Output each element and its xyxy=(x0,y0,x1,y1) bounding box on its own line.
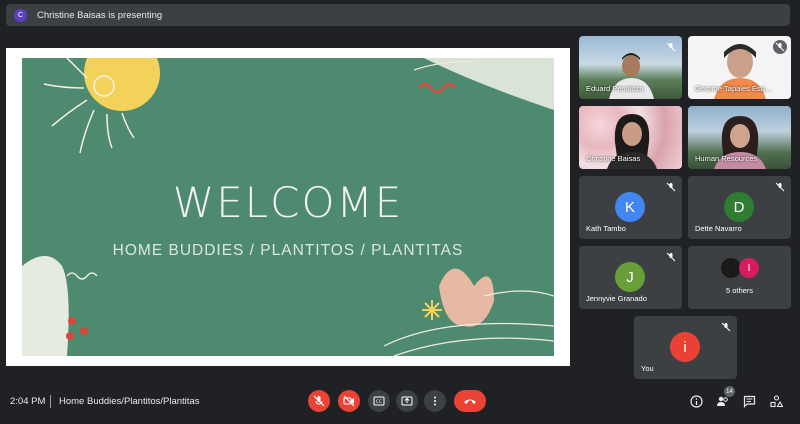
end-call-icon xyxy=(464,399,476,404)
presenting-text: Christine Baisas is presenting xyxy=(37,9,163,21)
presenting-banner: C Christine Baisas is presenting xyxy=(6,4,790,26)
participant-tile-jennyvie[interactable]: J Jennyvie Granado xyxy=(579,246,682,309)
participant-tile-human-resources[interactable]: Human Resources xyxy=(688,106,791,169)
captions-button[interactable]: CC xyxy=(368,390,390,412)
mic-off-icon xyxy=(313,395,325,407)
clock: 2:04 PM xyxy=(10,396,46,407)
participant-tile-christine[interactable]: Christine Baisas xyxy=(579,106,682,169)
activities-icon[interactable] xyxy=(770,395,783,408)
more-options-button[interactable] xyxy=(424,390,446,412)
mic-off-icon xyxy=(775,182,785,192)
participant-tile-gerome[interactable]: Gerome Tapales Esq... xyxy=(688,36,791,99)
slide-subtitle: HOME BUDDIES / PLANTITOS / PLANTITAS xyxy=(112,242,464,259)
shared-screen[interactable]: WELCOME HOME BUDDIES / PLANTITOS / PLANT… xyxy=(6,48,570,366)
participant-name: Human Resources xyxy=(695,154,758,163)
avatar: i xyxy=(670,332,700,362)
camera-toggle-button[interactable] xyxy=(338,390,360,412)
participant-tile-eduard[interactable]: Eduard Penaloza xyxy=(579,36,682,99)
participant-name: 5 others xyxy=(725,286,754,295)
participant-name: Kath Tambo xyxy=(586,224,626,233)
top-right-leaf-decoration xyxy=(414,58,554,110)
mic-off-icon xyxy=(773,40,787,54)
participant-name: Eduard Penaloza xyxy=(586,84,644,93)
sun-decoration xyxy=(43,58,160,154)
participant-count-badge: 14 xyxy=(724,386,735,397)
avatar: I xyxy=(739,258,759,278)
slide-title: WELCOME xyxy=(172,178,404,227)
divider xyxy=(50,395,51,408)
camera-off-icon xyxy=(343,395,355,407)
participant-name: Jennyvie Granado xyxy=(586,294,647,303)
avatar: K xyxy=(615,192,645,222)
participant-tile-dette[interactable]: D Dette Navarro xyxy=(688,176,791,239)
bottom-toolbar: 2:04 PM Home Buddies/Plantitos/Plantitas… xyxy=(0,380,800,424)
participant-name: Dette Navarro xyxy=(695,224,742,233)
present-now-button[interactable] xyxy=(396,390,418,412)
others-photo-avatar xyxy=(721,258,741,278)
mic-off-icon xyxy=(721,322,731,332)
participant-tile-you[interactable]: i You xyxy=(634,316,737,379)
people-icon[interactable] xyxy=(716,395,729,408)
svg-text:CC: CC xyxy=(376,399,382,405)
mic-off-icon xyxy=(666,42,676,52)
presenter-avatar: C xyxy=(14,8,27,22)
meeting-name: Home Buddies/Plantitos/Plantitas xyxy=(59,396,200,407)
participant-name: Gerome Tapales Esq... xyxy=(695,84,772,93)
mic-off-icon xyxy=(666,252,676,262)
slide: WELCOME HOME BUDDIES / PLANTITOS / PLANT… xyxy=(22,58,554,356)
leave-call-button[interactable] xyxy=(454,390,486,412)
avatar: J xyxy=(615,262,645,292)
captions-icon: CC xyxy=(373,396,385,406)
participant-name: You xyxy=(641,364,654,373)
avatar: D xyxy=(724,192,754,222)
info-icon[interactable] xyxy=(690,395,703,408)
mic-off-icon xyxy=(666,182,676,192)
star-decoration xyxy=(422,300,442,320)
tulip-decoration xyxy=(384,268,554,356)
participant-tile-kath[interactable]: K Kath Tambo xyxy=(579,176,682,239)
participant-name: Christine Baisas xyxy=(586,154,641,163)
present-icon xyxy=(401,396,413,406)
chat-icon[interactable] xyxy=(743,395,756,408)
mic-toggle-button[interactable] xyxy=(308,390,330,412)
participant-tile-others[interactable]: I 5 others xyxy=(688,246,791,309)
more-icon xyxy=(434,396,436,406)
